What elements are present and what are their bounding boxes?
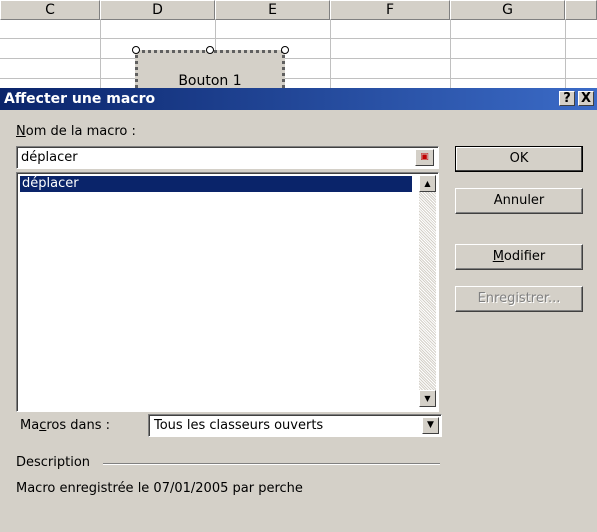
assign-macro-dialog: Affecter une macro ? X Nom de la macro :… [0, 88, 597, 532]
macro-name-input[interactable]: déplacer [16, 146, 439, 169]
macro-list-item[interactable]: déplacer [19, 175, 413, 193]
cancel-button[interactable]: Annuler [455, 188, 583, 214]
resize-handle[interactable] [132, 46, 140, 54]
ok-button[interactable]: OK [455, 146, 583, 172]
macros-in-label: Macros dans : [20, 418, 111, 433]
macro-listbox[interactable]: déplacer ▲ ▼ [16, 172, 439, 412]
scroll-down-arrow-icon[interactable]: ▼ [419, 390, 436, 407]
scroll-track[interactable] [419, 192, 436, 390]
column-header-e[interactable]: E [215, 0, 330, 20]
column-header-next[interactable] [565, 0, 597, 20]
scroll-up-arrow-icon[interactable]: ▲ [419, 175, 436, 192]
macros-in-select[interactable]: Tous les classeurs ouverts ▼ [148, 414, 442, 437]
sheet-form-button-label: Bouton 1 [178, 73, 242, 89]
listbox-scrollbar[interactable]: ▲ ▼ [419, 175, 436, 407]
resize-handle[interactable] [281, 46, 289, 54]
column-header-c[interactable]: C [0, 0, 100, 20]
grid-line [100, 20, 101, 90]
spreadsheet-background: C D E F G Bouton 1 [0, 0, 597, 90]
grid-line [0, 78, 597, 79]
description-label: Description [16, 455, 91, 470]
macros-in-value: Tous les classeurs ouverts [154, 418, 324, 433]
macro-name-label: Nom de la macro : [16, 124, 136, 139]
sheet-form-button[interactable]: Bouton 1 [135, 50, 285, 90]
description-text: Macro enregistrée le 07/01/2005 par perc… [16, 481, 303, 496]
column-header-d[interactable]: D [100, 0, 215, 20]
help-button[interactable]: ? [559, 91, 575, 106]
grid-line [565, 20, 566, 90]
resize-handle[interactable] [206, 46, 214, 54]
grid-line [0, 58, 597, 59]
record-button[interactable]: Enregistrer... [455, 286, 583, 312]
grid-line [450, 20, 451, 90]
grid-line [0, 38, 597, 39]
collapse-picker-icon[interactable]: ▣ [415, 149, 434, 166]
close-button[interactable]: X [578, 91, 594, 106]
dialog-titlebar[interactable]: Affecter une macro [0, 88, 597, 110]
grid-line [330, 20, 331, 90]
dropdown-arrow-icon[interactable]: ▼ [422, 417, 439, 434]
column-header-g[interactable]: G [450, 0, 565, 20]
description-divider [103, 463, 440, 465]
modify-button[interactable]: Modifier [455, 244, 583, 270]
dialog-title: Affecter une macro [4, 91, 156, 107]
column-header-f[interactable]: F [330, 0, 450, 20]
